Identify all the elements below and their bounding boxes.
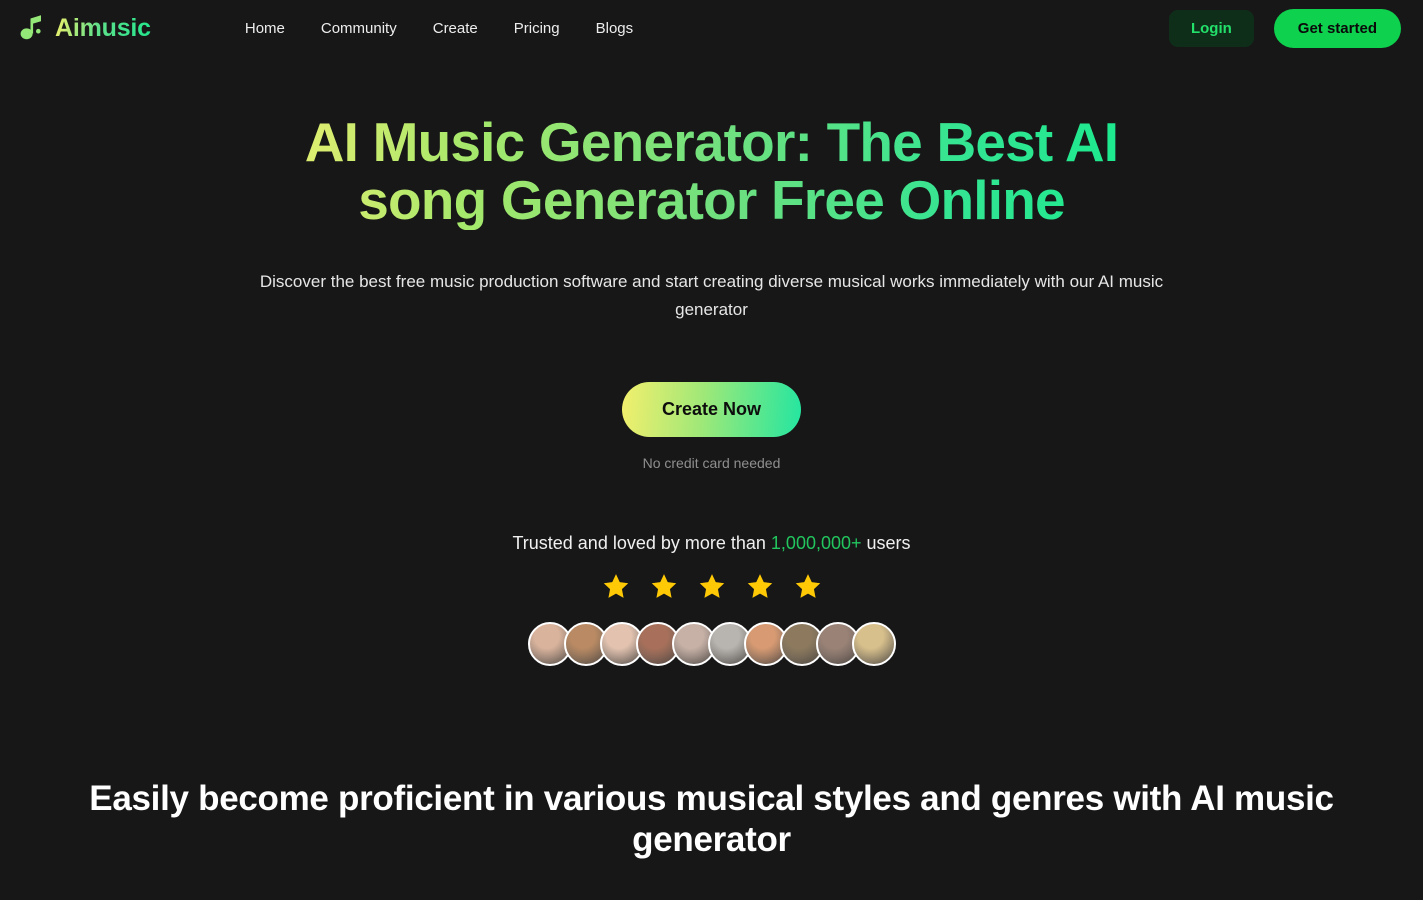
- nav-item-blogs[interactable]: Blogs: [578, 14, 652, 43]
- user-avatar-10: [851, 621, 896, 666]
- user-count: 1,000,000+: [770, 532, 862, 553]
- login-button[interactable]: Login: [1168, 9, 1254, 47]
- nav-item-pricing[interactable]: Pricing: [496, 14, 578, 43]
- page-title: AI Music Generator: The Best AI song Gen…: [277, 113, 1147, 230]
- create-now-button[interactable]: Create Now: [621, 381, 802, 437]
- styles-section-heading: Easily become proficient in various musi…: [89, 778, 1334, 859]
- music-note-icon: [20, 13, 46, 43]
- styles-section: Easily become proficient in various musi…: [0, 778, 1423, 861]
- nav-item-community[interactable]: Community: [303, 14, 415, 43]
- social-proof-section: Trusted and loved by more than 1,000,000…: [0, 533, 1423, 666]
- star-icon: [698, 572, 726, 600]
- hero-subtitle: Discover the best free music production …: [259, 271, 1164, 319]
- trusted-suffix: users: [861, 532, 911, 553]
- star-rating: [0, 572, 1423, 600]
- main-navigation: Home Community Create Pricing Blogs: [229, 14, 651, 43]
- star-icon: [746, 572, 774, 600]
- trusted-by-text: Trusted and loved by more than 1,000,000…: [0, 533, 1423, 554]
- cta-note: No credit card needed: [642, 454, 781, 471]
- get-started-button[interactable]: Get started: [1273, 8, 1401, 48]
- star-icon: [602, 572, 630, 600]
- trusted-prefix: Trusted and loved by more than: [512, 532, 771, 553]
- nav-item-create[interactable]: Create: [415, 14, 496, 43]
- hero-section: AI Music Generator: The Best AI song Gen…: [0, 56, 1423, 471]
- site-header: Aimusic Home Community Create Pricing Bl…: [0, 0, 1423, 56]
- brand-name: Aimusic: [55, 13, 151, 42]
- user-avatar-group: [0, 621, 1423, 666]
- header-actions: Login Get started: [1168, 8, 1401, 48]
- star-icon: [794, 572, 822, 600]
- nav-item-home[interactable]: Home: [229, 14, 303, 43]
- main-content: AI Music Generator: The Best AI song Gen…: [0, 56, 1423, 860]
- star-icon: [650, 572, 678, 600]
- brand-logo[interactable]: Aimusic: [20, 13, 151, 43]
- hero-cta-group: Create Now No credit card needed: [0, 381, 1423, 471]
